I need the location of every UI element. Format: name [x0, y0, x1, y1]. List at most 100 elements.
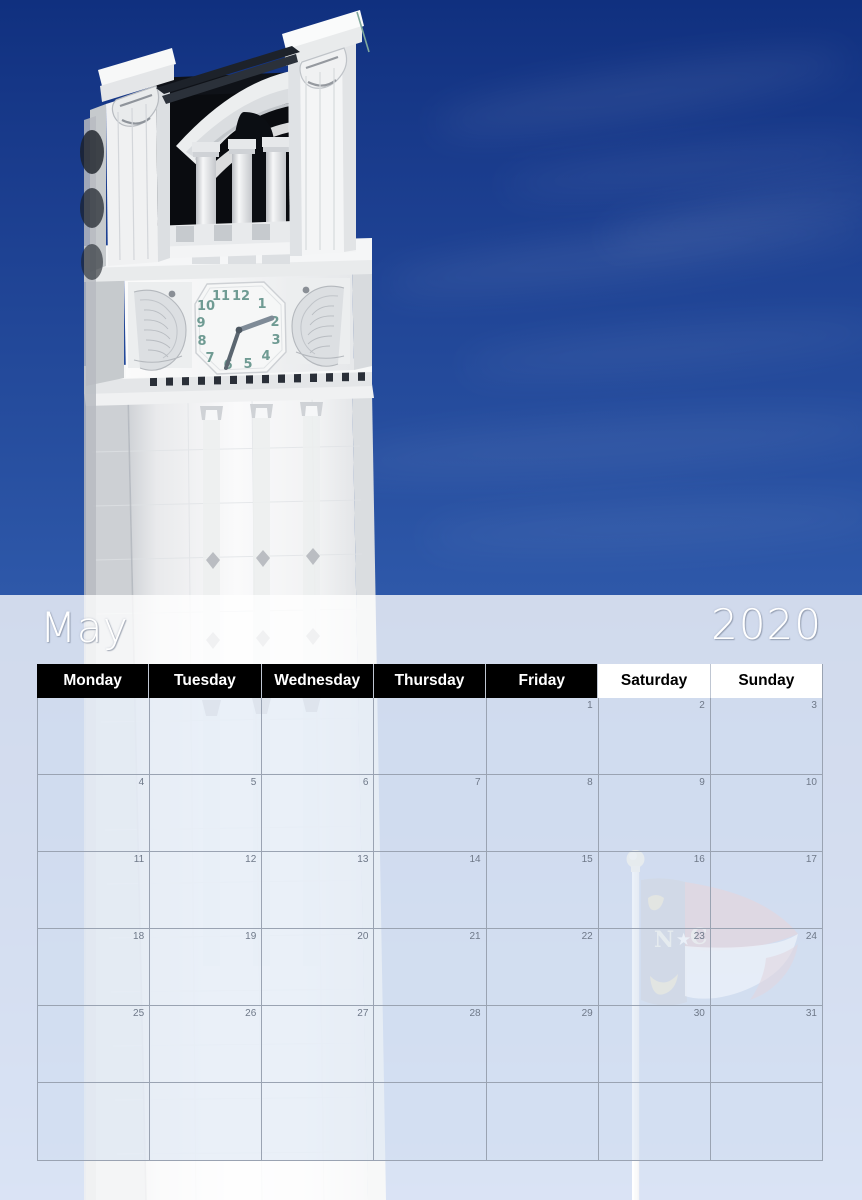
day-header-label: Thursday [394, 672, 465, 689]
svg-text:4: 4 [261, 349, 270, 364]
calendar-grid: Monday Tuesday Wednesday Thursday Friday Satu… [37, 664, 823, 1161]
calendar-day-cell[interactable]: 30 [598, 1006, 711, 1082]
calendar-day-cell[interactable]: 11 [38, 852, 151, 928]
day-number: 12 [245, 854, 257, 865]
calendar-day-cell[interactable]: 1 [486, 698, 599, 774]
day-header-monday[interactable]: Monday [37, 664, 150, 698]
day-number: 22 [581, 931, 593, 942]
calendar-day-cell[interactable]: 3 [710, 698, 822, 774]
day-header-tuesday[interactable]: Tuesday [149, 664, 262, 698]
svg-text:1: 1 [257, 297, 266, 312]
day-number: 5 [250, 777, 257, 788]
calendar-day-cell[interactable]: 20 [262, 929, 375, 1005]
calendar-empty-cell[interactable] [486, 1083, 599, 1160]
calendar-day-cell[interactable]: 14 [374, 852, 487, 928]
day-number: 30 [693, 1008, 705, 1019]
calendar-weeks: 1 2 3 4 5 6 7 8 9 10 11 12 13 14 15 16 17 18 19 20 21 22 23 24 2… [37, 698, 823, 1161]
day-number: 23 [693, 931, 705, 942]
day-header-label: Friday [518, 672, 566, 689]
calendar-day-cell[interactable]: 27 [262, 1006, 375, 1082]
day-number: 26 [245, 1008, 257, 1019]
day-number: 17 [805, 854, 817, 865]
calendar-day-cell[interactable]: 13 [262, 852, 375, 928]
calendar-week-row [38, 1083, 822, 1160]
day-number: 18 [133, 931, 145, 942]
calendar-day-cell[interactable]: 15 [486, 852, 599, 928]
day-header-label: Tuesday [174, 672, 236, 689]
eagle-carving-right [286, 278, 350, 367]
calendar-empty-cell[interactable] [38, 698, 151, 774]
calendar-empty-cell[interactable] [710, 1083, 822, 1160]
day-header-wednesday[interactable]: Wednesday [261, 664, 374, 698]
year-title: 2020 [711, 600, 822, 649]
day-header-label: Monday [63, 672, 122, 689]
day-number: 2 [699, 700, 705, 711]
calendar-day-cell[interactable]: 24 [710, 929, 822, 1005]
day-number: 6 [362, 777, 369, 788]
clock-face: 12 1 2 3 4 5 6 7 8 9 10 11 [194, 281, 287, 375]
calendar-day-cell[interactable]: 4 [38, 775, 151, 851]
calendar-week-row: 18 19 20 21 22 23 24 [38, 929, 822, 1006]
calendar-day-cell[interactable]: 2 [598, 698, 711, 774]
day-header-friday[interactable]: Friday [486, 664, 599, 698]
svg-text:11: 11 [212, 289, 230, 304]
day-number: 28 [469, 1008, 481, 1019]
day-number: 11 [133, 854, 145, 865]
calendar-day-cell[interactable]: 28 [374, 1006, 487, 1082]
day-number: 21 [469, 931, 481, 942]
calendar-page: 12 1 2 3 4 5 6 7 8 9 10 11 [0, 0, 862, 1200]
calendar-empty-cell[interactable] [38, 1083, 151, 1160]
calendar-day-cell[interactable]: 31 [710, 1006, 822, 1082]
calendar-empty-cell[interactable] [374, 698, 487, 774]
calendar-day-cell[interactable]: 19 [150, 929, 263, 1005]
calendar-day-cell[interactable]: 25 [38, 1006, 151, 1082]
day-number: 10 [805, 777, 817, 788]
calendar-day-cell[interactable]: 18 [38, 929, 151, 1005]
day-header-label: Saturday [620, 672, 688, 689]
calendar-empty-cell[interactable] [262, 1083, 375, 1160]
day-number: 13 [357, 854, 369, 865]
calendar-empty-cell[interactable] [262, 698, 375, 774]
svg-text:12: 12 [232, 289, 250, 304]
eagle-carving-left [128, 282, 192, 371]
calendar-day-cell[interactable]: 12 [150, 852, 263, 928]
corner-pier-right [282, 10, 364, 256]
calendar-day-cell[interactable]: 5 [150, 775, 263, 851]
calendar-day-cell[interactable]: 16 [598, 852, 711, 928]
calendar-day-cell[interactable]: 9 [598, 775, 711, 851]
calendar-empty-cell[interactable] [150, 1083, 263, 1160]
day-number: 9 [699, 777, 705, 788]
day-number: 14 [469, 854, 481, 865]
calendar-week-row: 1 2 3 [38, 698, 822, 775]
calendar-day-cell[interactable]: 10 [710, 775, 822, 851]
day-number: 16 [693, 854, 705, 865]
calendar-empty-cell[interactable] [598, 1083, 711, 1160]
calendar-day-cell[interactable]: 8 [486, 775, 599, 851]
calendar-day-cell[interactable]: 29 [486, 1006, 599, 1082]
svg-text:7: 7 [205, 351, 214, 366]
calendar-day-cell[interactable]: 17 [710, 852, 822, 928]
calendar-empty-cell[interactable] [374, 1083, 487, 1160]
day-number: 19 [245, 931, 257, 942]
day-header-sunday[interactable]: Sunday [710, 664, 823, 698]
calendar-day-cell[interactable]: 6 [262, 775, 375, 851]
calendar-day-cell[interactable]: 26 [150, 1006, 263, 1082]
calendar-day-cell[interactable]: 21 [374, 929, 487, 1005]
calendar-empty-cell[interactable] [150, 698, 263, 774]
month-title: May [40, 603, 129, 652]
calendar-day-cell[interactable]: 22 [486, 929, 599, 1005]
day-number: 3 [811, 700, 817, 711]
day-header-thursday[interactable]: Thursday [373, 664, 487, 698]
svg-text:5: 5 [243, 357, 252, 372]
day-number: 4 [138, 777, 145, 788]
day-number: 15 [581, 854, 593, 865]
svg-text:3: 3 [271, 333, 280, 348]
calendar-day-cell[interactable]: 23 [598, 929, 711, 1005]
calendar-day-cell[interactable]: 7 [374, 775, 487, 851]
calendar-week-row: 4 5 6 7 8 9 10 [38, 775, 822, 852]
svg-text:9: 9 [196, 316, 205, 331]
day-header-saturday[interactable]: Saturday [598, 664, 711, 698]
calendar-week-row: 25 26 27 28 29 30 31 [38, 1006, 822, 1083]
day-number: 8 [587, 777, 593, 788]
day-header-label: Wednesday [274, 672, 361, 689]
